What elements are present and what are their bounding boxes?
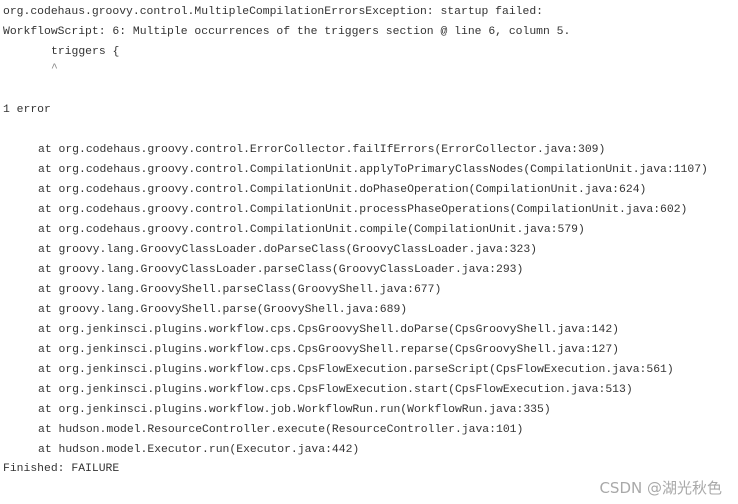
stack-frame: at hudson.model.ResourceController.execu… xyxy=(38,424,524,436)
watermark: CSDN @湖光秋色 xyxy=(599,479,722,497)
stack-frame: at org.codehaus.groovy.control.Compilati… xyxy=(38,204,688,216)
stack-frame: at org.jenkinsci.plugins.workflow.job.Wo… xyxy=(38,404,551,416)
stack-frame: at org.codehaus.groovy.control.Compilati… xyxy=(38,224,585,236)
code-line: triggers { xyxy=(51,46,120,58)
exception-line: org.codehaus.groovy.control.MultipleComp… xyxy=(3,6,544,18)
error-detail-line: WorkflowScript: 6: Multiple occurrences … xyxy=(3,26,571,38)
error-count: 1 error xyxy=(3,104,51,116)
console-output: org.codehaus.groovy.control.MultipleComp… xyxy=(3,2,708,478)
error-caret: ^ xyxy=(51,63,58,75)
stack-frame: at org.jenkinsci.plugins.workflow.cps.Cp… xyxy=(38,364,674,376)
stack-frame: at groovy.lang.GroovyShell.parseClass(Gr… xyxy=(38,284,442,296)
build-status: Finished: FAILURE xyxy=(3,463,120,475)
stack-frame: at org.codehaus.groovy.control.Compilati… xyxy=(38,184,647,196)
stack-trace: at org.codehaus.groovy.control.ErrorColl… xyxy=(3,140,708,460)
stack-frame: at org.jenkinsci.plugins.workflow.cps.Cp… xyxy=(38,384,633,396)
stack-frame: at groovy.lang.GroovyClassLoader.parseCl… xyxy=(38,264,524,276)
stack-frame: at groovy.lang.GroovyShell.parse(GroovyS… xyxy=(38,304,408,316)
stack-frame: at org.codehaus.groovy.control.Compilati… xyxy=(38,164,708,176)
stack-frame: at org.jenkinsci.plugins.workflow.cps.Cp… xyxy=(38,344,620,356)
stack-frame: at hudson.model.Executor.run(Executor.ja… xyxy=(38,444,360,456)
stack-frame: at org.jenkinsci.plugins.workflow.cps.Cp… xyxy=(38,324,620,336)
stack-frame: at groovy.lang.GroovyClassLoader.doParse… xyxy=(38,244,537,256)
stack-frame: at org.codehaus.groovy.control.ErrorColl… xyxy=(38,144,606,156)
